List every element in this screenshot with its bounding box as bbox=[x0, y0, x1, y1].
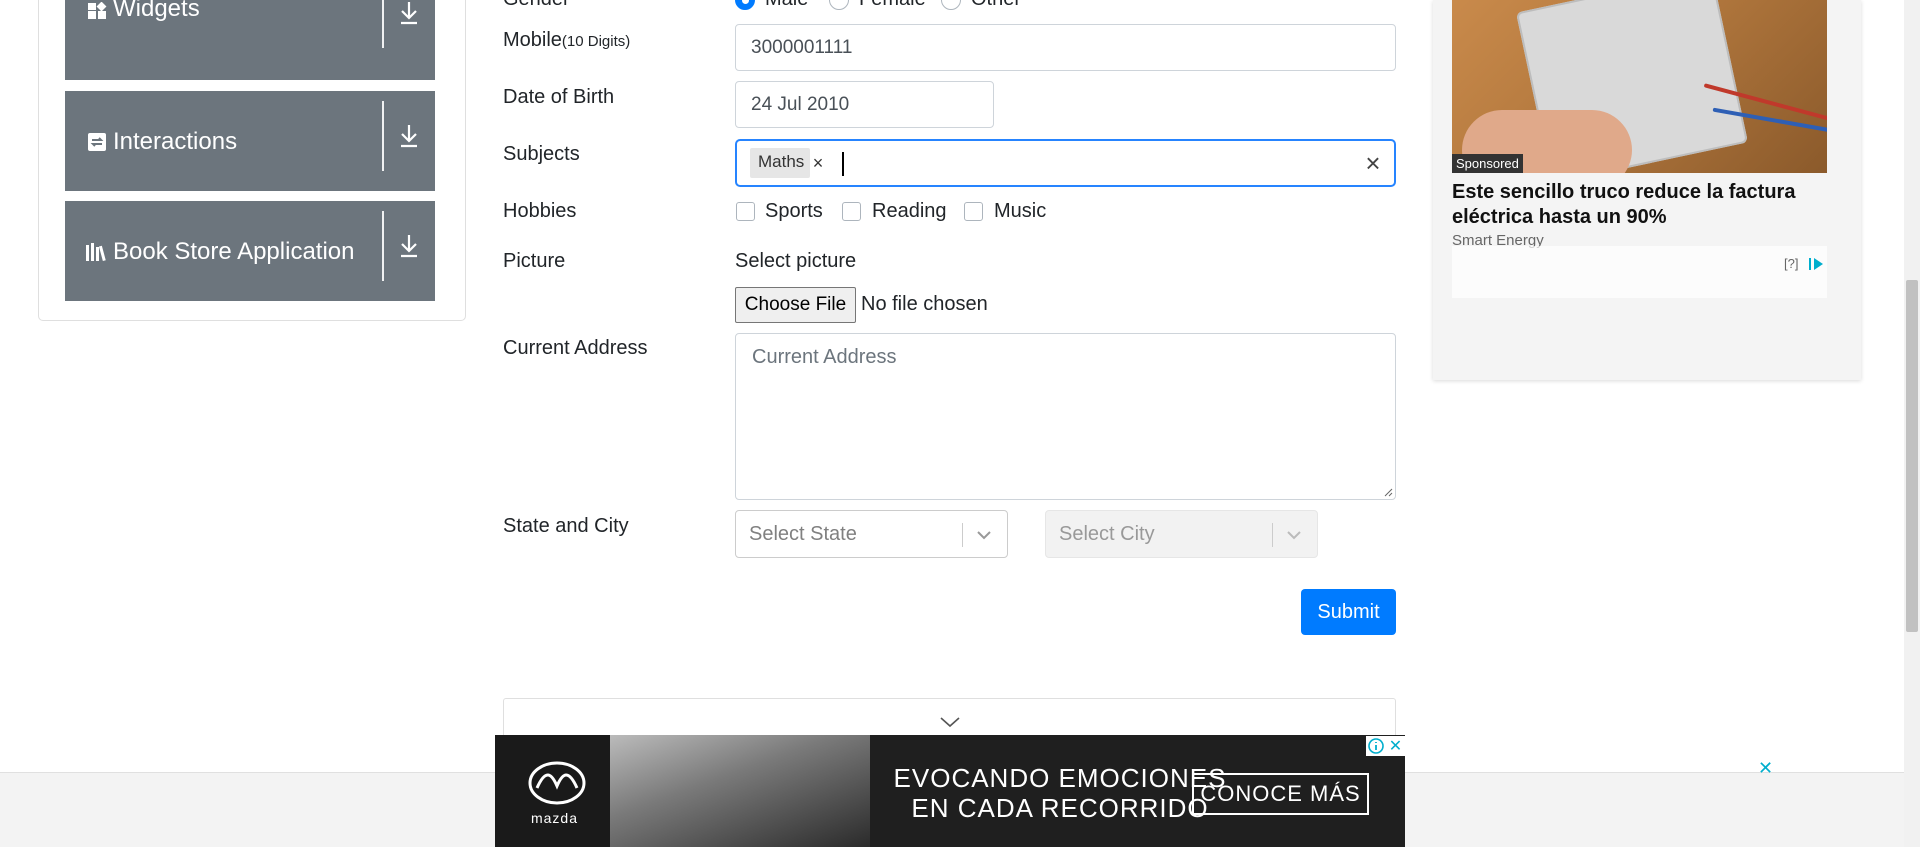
subjects-label: Subjects bbox=[503, 143, 580, 165]
download-icon[interactable] bbox=[397, 121, 421, 151]
gender-label: Gender bbox=[503, 0, 570, 11]
mobile-hint: (10 Digits) bbox=[561, 33, 631, 50]
scrollbar-thumb[interactable] bbox=[1906, 280, 1918, 632]
ad-footer bbox=[1452, 246, 1827, 298]
ad-help-link[interactable]: [?] bbox=[1784, 256, 1798, 271]
subjects-input[interactable]: Maths × × bbox=[735, 139, 1396, 187]
hobby-checkbox-sports[interactable] bbox=[736, 202, 755, 221]
ad-info-icon[interactable] bbox=[1366, 736, 1386, 756]
chevron-down-icon[interactable] bbox=[939, 715, 961, 729]
dob-label: Date of Birth bbox=[503, 86, 615, 108]
mobile-label: Mobile(10 Digits) bbox=[503, 29, 631, 51]
sponsored-badge: Sponsored bbox=[1452, 154, 1523, 173]
subject-chip: Maths bbox=[750, 148, 811, 178]
adchoices-icon[interactable] bbox=[1806, 256, 1826, 272]
sidebar-group-widgets[interactable]: Widgets bbox=[65, 0, 435, 80]
gender-radio-other[interactable] bbox=[941, 0, 961, 10]
picture-label: Picture bbox=[503, 250, 566, 272]
brand-wordmark: mazda bbox=[530, 810, 579, 826]
file-status: No file chosen bbox=[861, 293, 988, 315]
download-icon[interactable] bbox=[397, 0, 421, 28]
gender-radio-female[interactable] bbox=[829, 0, 849, 10]
textarea-placeholder: Current Address bbox=[752, 346, 897, 368]
gender-option-label: Other bbox=[971, 0, 1021, 11]
gender-radio-male[interactable] bbox=[735, 0, 755, 10]
current-address-textarea[interactable]: Current Address bbox=[735, 333, 1396, 500]
choose-file-button[interactable]: Choose File bbox=[735, 287, 856, 323]
gender-option-label: Male bbox=[765, 0, 808, 11]
text-caret bbox=[842, 152, 844, 176]
chevron-down-icon[interactable] bbox=[1282, 525, 1306, 545]
resize-handle-icon[interactable] bbox=[1383, 487, 1393, 497]
hobbies-label: Hobbies bbox=[503, 200, 577, 222]
sidebar-group-header[interactable]: Interactions bbox=[65, 91, 435, 191]
book-store-icon bbox=[86, 243, 106, 262]
select-placeholder: Select City bbox=[1059, 523, 1155, 545]
current-address-label: Current Address bbox=[503, 337, 648, 359]
mobile-input[interactable]: 3000001111 bbox=[735, 24, 1396, 71]
divider bbox=[382, 211, 384, 281]
ad-image[interactable] bbox=[1452, 0, 1827, 173]
hobby-label: Reading bbox=[872, 200, 947, 222]
widgets-icon bbox=[88, 2, 107, 19]
bottom-bar-close-icon[interactable]: ✕ bbox=[1758, 758, 1773, 779]
sidebar-group-header[interactable]: Widgets bbox=[65, 0, 435, 80]
interactions-icon bbox=[88, 133, 106, 151]
divider bbox=[382, 0, 384, 48]
city-select[interactable]: Select City bbox=[1045, 510, 1318, 558]
ad-cta-button[interactable]: CONOCE MÁS bbox=[1192, 773, 1369, 815]
sidebar-group-label: Interactions bbox=[113, 128, 238, 155]
mazda-logo-icon bbox=[528, 761, 586, 805]
ad-headline[interactable]: Este sencillo truco reduce la factura el… bbox=[1452, 180, 1827, 230]
sidebar-group-label: Widgets bbox=[113, 0, 200, 22]
select-placeholder: Select State bbox=[749, 523, 857, 545]
state-city-label: State and City bbox=[503, 515, 629, 537]
hobby-label: Sports bbox=[765, 200, 823, 222]
bottom-banner-ad[interactable]: mazda EVOCANDO EMOCIONES EN CADA RECORRI… bbox=[495, 735, 1405, 847]
sidebar-group-label: Book Store Application bbox=[113, 238, 355, 265]
sidebar-group-interactions[interactable]: Interactions bbox=[65, 91, 435, 191]
gender-option-label: Female bbox=[859, 0, 926, 11]
remove-chip-icon[interactable]: × bbox=[806, 148, 830, 178]
state-select[interactable]: Select State bbox=[735, 510, 1008, 558]
select-picture-label: Select picture bbox=[735, 250, 857, 272]
sidebar-group-header[interactable]: Book Store Application bbox=[65, 201, 435, 301]
divider bbox=[1272, 523, 1273, 547]
sidebar-group-book-store[interactable]: Book Store Application bbox=[65, 201, 435, 301]
chevron-down-icon[interactable] bbox=[972, 525, 996, 545]
ad-photo bbox=[610, 735, 870, 847]
divider bbox=[382, 101, 384, 171]
ad-close-icon[interactable]: ✕ bbox=[1386, 736, 1405, 756]
clear-icon[interactable]: × bbox=[1358, 148, 1388, 178]
download-icon[interactable] bbox=[397, 231, 421, 261]
dob-input[interactable]: 24 Jul 2010 bbox=[735, 81, 994, 128]
submit-button[interactable]: Submit bbox=[1301, 589, 1396, 635]
hobby-checkbox-music[interactable] bbox=[964, 202, 983, 221]
hobby-label: Music bbox=[994, 200, 1047, 222]
hobby-checkbox-reading[interactable] bbox=[842, 202, 861, 221]
divider bbox=[962, 523, 963, 547]
